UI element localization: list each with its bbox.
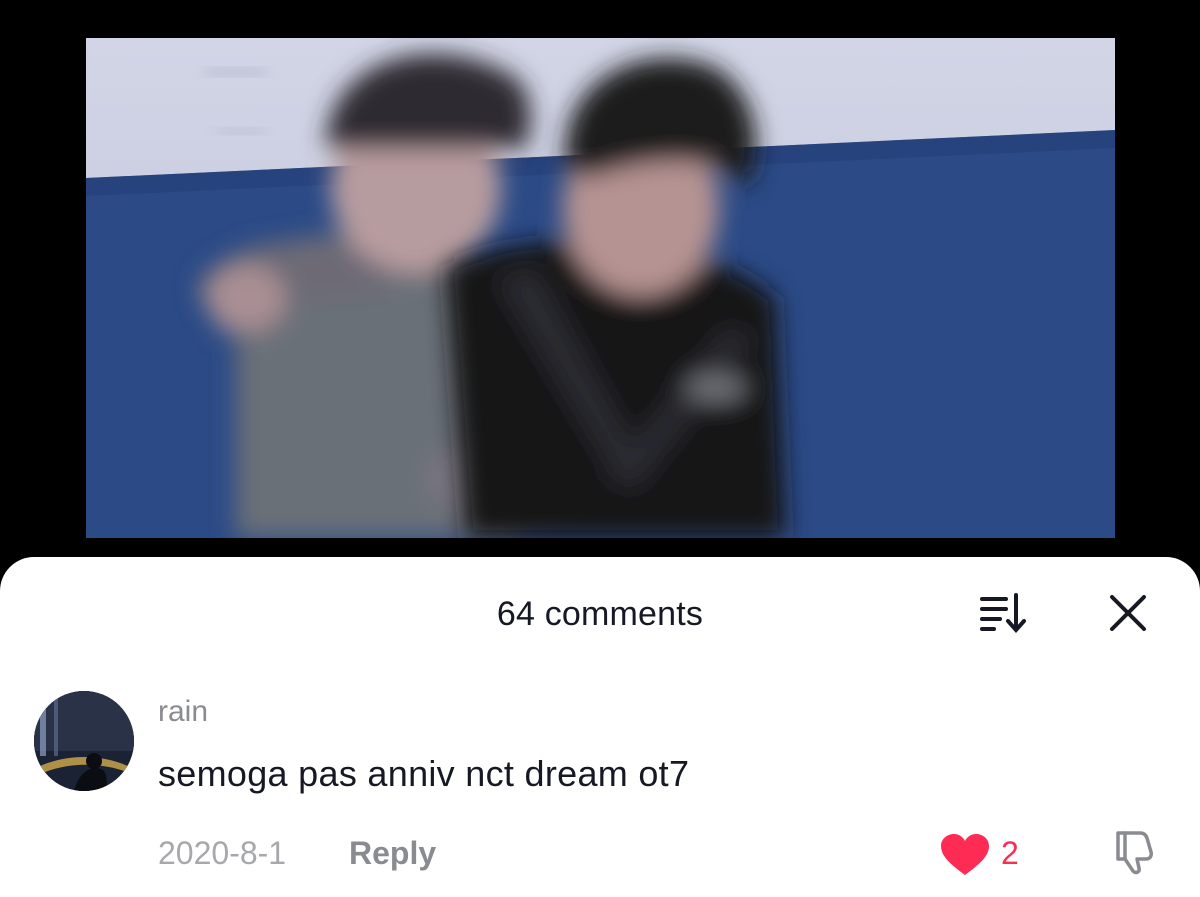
comment-username[interactable]: rain	[158, 695, 208, 729]
comments-sheet: 64 comments rain semoga pas anniv nct dr…	[0, 557, 1200, 897]
screen: 64 comments rain semoga pas anniv nct dr…	[0, 0, 1200, 897]
like-count: 2	[1001, 835, 1019, 871]
video-player[interactable]	[86, 38, 1115, 538]
heart-icon	[941, 834, 989, 875]
sort-button[interactable]	[972, 589, 1034, 637]
like-button[interactable]	[940, 833, 990, 877]
comment-item: rain semoga pas anniv nct dream ot7 2020…	[0, 687, 1200, 897]
dislike-button[interactable]	[1110, 827, 1160, 877]
comments-header: 64 comments	[0, 557, 1200, 672]
thumbs-down-icon	[1116, 831, 1153, 875]
avatar-image	[34, 691, 134, 791]
comment-text: semoga pas anniv nct dream ot7	[158, 753, 690, 794]
video-frame	[86, 38, 1115, 538]
close-icon	[1110, 595, 1146, 631]
close-button[interactable]	[1104, 589, 1152, 637]
comment-date: 2020-8-1	[158, 835, 287, 871]
sort-icon	[980, 593, 1026, 634]
avatar[interactable]	[34, 691, 134, 791]
reply-button[interactable]: Reply	[349, 835, 436, 872]
